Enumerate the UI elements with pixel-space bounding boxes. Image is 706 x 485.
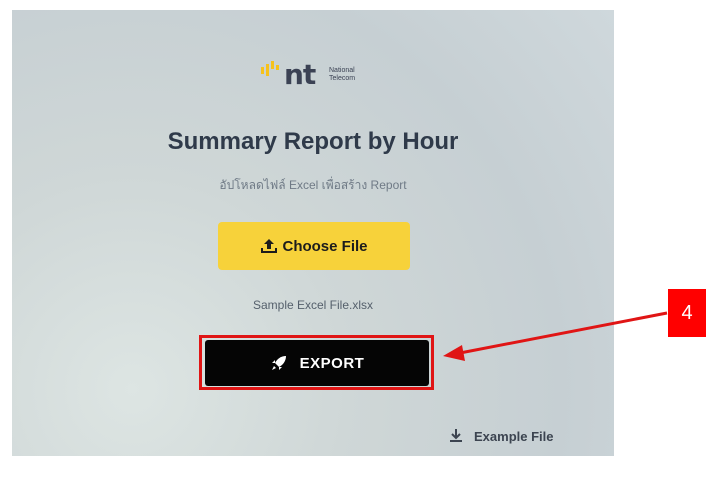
step-number-badge: 4 (668, 289, 706, 337)
annotation-arrow (443, 311, 668, 361)
